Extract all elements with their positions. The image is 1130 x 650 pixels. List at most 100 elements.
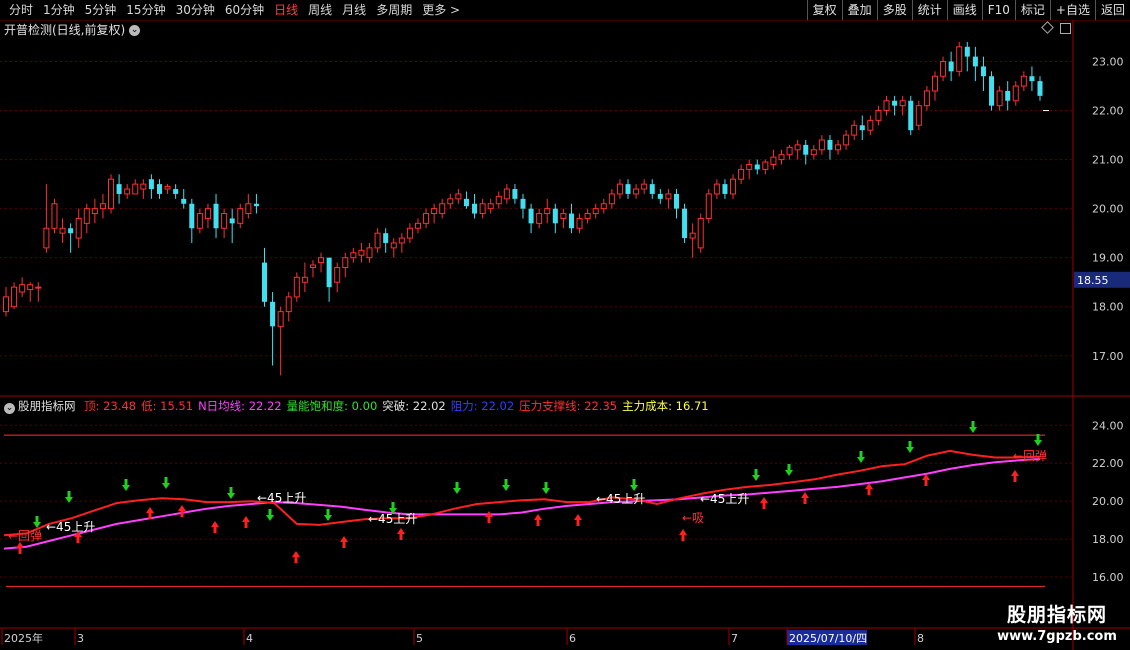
watermark: 股朋指标网 www.7gpzb.com [984, 600, 1130, 650]
up-arrow-icon [865, 483, 873, 495]
candle-body [472, 203, 478, 214]
candle-body [657, 193, 663, 199]
candle-body [512, 189, 518, 199]
candle-body [576, 217, 583, 229]
candle-body [390, 242, 397, 249]
candle-body [843, 134, 850, 146]
candle-body [237, 208, 244, 224]
down-arrow-icon [324, 509, 332, 521]
candle-body [2, 296, 10, 313]
main-y-tick-label: 19.00 [1092, 252, 1124, 265]
down-arrow-icon [33, 516, 41, 528]
candle-body [592, 208, 599, 215]
candle-body [423, 213, 430, 224]
candle-body [827, 139, 833, 150]
main-y-tick-label: 23.00 [1092, 56, 1124, 69]
candle-body [560, 213, 567, 219]
candle-body [108, 178, 115, 210]
candle-body [245, 203, 252, 215]
candle-body [754, 164, 760, 170]
x-axis-label-2: 4 [246, 632, 253, 645]
candle-body [697, 217, 704, 249]
candle-body [682, 208, 688, 239]
signal-label-4: ←45上升 [596, 492, 645, 506]
candle-body [156, 184, 162, 194]
signal-label-3: ←45上升 [368, 512, 417, 526]
main-y-tick-label: 22.00 [1092, 105, 1124, 118]
sub-y-tick-label: 20.00 [1092, 495, 1124, 508]
candle-body [689, 232, 696, 239]
main-y-tick-label: 17.00 [1092, 350, 1124, 363]
candle-body [972, 56, 978, 67]
signal-label-extra: ←45上升 [700, 492, 749, 506]
candle-body [722, 184, 728, 194]
candle-body [625, 184, 631, 194]
candle-body [980, 66, 986, 77]
candle-body [301, 276, 308, 283]
candle-body [285, 296, 292, 313]
candle-body [964, 46, 970, 57]
candle-body [544, 208, 551, 215]
candle-body [730, 178, 737, 195]
candle-body [875, 110, 882, 121]
candle-body [673, 193, 679, 209]
down-arrow-icon [162, 477, 170, 489]
candle-body [51, 203, 58, 229]
candle-body [536, 213, 543, 224]
candle-body [140, 183, 147, 190]
candle-body [1037, 81, 1043, 96]
candle-body [803, 144, 809, 155]
x-axis-label-4: 6 [569, 632, 576, 645]
candle-body [584, 213, 591, 219]
candle-body [487, 203, 494, 210]
candle-body [431, 208, 438, 215]
candle-body [99, 203, 106, 210]
candle-body [520, 198, 526, 209]
down-arrow-icon [785, 464, 793, 476]
up-arrow-icon [178, 505, 186, 517]
up-arrow-icon [340, 536, 348, 548]
candle-body [1020, 75, 1027, 87]
candle-body [996, 90, 1003, 107]
candle-body [406, 227, 413, 239]
candle-body [899, 100, 906, 107]
candle-body [818, 139, 825, 151]
candle-body [915, 105, 922, 126]
series-line-0 [3, 458, 1041, 550]
signal-label-1: ←45上升 [46, 520, 95, 534]
candle-body [940, 61, 947, 77]
candle-body [883, 100, 890, 112]
candle-body [859, 125, 865, 131]
watermark-title: 股朋指标网 [1006, 604, 1107, 626]
candle-body [568, 213, 574, 229]
candle-body [124, 188, 131, 195]
candle-body [463, 198, 469, 207]
candle-body [116, 184, 122, 194]
candle-body [383, 233, 389, 243]
down-arrow-icon [453, 482, 461, 494]
up-arrow-icon [760, 497, 768, 509]
candle-body [948, 61, 954, 72]
candle-body [786, 146, 793, 156]
down-arrow-icon [752, 469, 760, 481]
x-axis-label-3: 5 [416, 632, 423, 645]
candle-body [1029, 76, 1035, 82]
candle-body [762, 161, 769, 170]
candle-body [892, 100, 898, 106]
candle-body [479, 203, 486, 215]
candle-body [447, 198, 454, 205]
candle-body [778, 154, 785, 161]
candle-body [608, 193, 615, 205]
watermark-url: www.7gpzb.com [997, 629, 1117, 644]
x-axis-label-5: 7 [731, 632, 738, 645]
up-arrow-icon [534, 514, 542, 526]
candle-body [35, 286, 42, 289]
candle-body [713, 183, 720, 195]
down-arrow-icon [969, 421, 977, 433]
candle-body [68, 228, 74, 234]
candle-body [600, 203, 607, 210]
candle-body [366, 247, 373, 259]
sub-y-tick-label: 16.00 [1092, 571, 1124, 584]
candle-body [770, 156, 777, 166]
candle-body [164, 186, 171, 190]
